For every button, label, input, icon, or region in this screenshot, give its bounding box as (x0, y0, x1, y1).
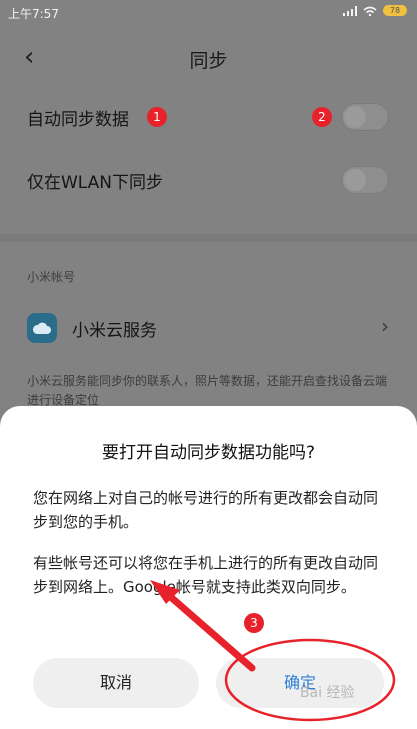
status-time: 上午7:57 (8, 7, 59, 21)
annotation-badge-3: 3 (244, 613, 264, 633)
cloud-icon (27, 313, 57, 343)
section-label-mi-account: 小米帐号 (27, 270, 76, 284)
status-bar: 上午7:57 78 (0, 0, 417, 26)
wifi-icon (363, 6, 377, 16)
wlan-only-row[interactable]: 仅在WLAN下同步 (0, 152, 417, 208)
mi-cloud-service-row[interactable]: 小米云服务 › (0, 303, 417, 353)
dialog-body: 您在网络上对自己的帐号进行的所有更改都会自动同步到您的手机。 有些帐号还可以将您… (33, 486, 389, 616)
mi-cloud-description: 小米云服务能同步你的联系人，照片等数据，还能开启查找设备云端进行设备定位 (27, 374, 388, 407)
wlan-only-label: 仅在WLAN下同步 (27, 173, 164, 193)
dialog-title: 要打开自动同步数据功能吗? (101, 443, 316, 463)
section-divider (0, 234, 417, 242)
enable-auto-sync-dialog: 要打开自动同步数据功能吗? 您在网络上对自己的帐号进行的所有更改都会自动同步到您… (0, 406, 417, 729)
page-title: 同步 (189, 50, 228, 72)
auto-sync-row[interactable]: 自动同步数据 1 2 (0, 89, 417, 145)
annotation-badge-1: 1 (147, 107, 167, 127)
auto-sync-label: 自动同步数据 (27, 110, 129, 130)
signal-icon (343, 5, 357, 16)
baidu-jingyan-watermark: Bai 经验 (300, 685, 355, 701)
cancel-button[interactable]: 取消 (33, 658, 199, 708)
dialog-paragraph-2: 有些帐号还可以将您在手机上进行的所有更改自动同步到网络上。Google帐号就支持… (33, 554, 379, 596)
wlan-only-toggle[interactable] (341, 166, 389, 194)
dialog-paragraph-1: 您在网络上对自己的帐号进行的所有更改都会自动同步到您的手机。 (33, 489, 379, 531)
chevron-right-icon: › (381, 314, 389, 338)
battery-icon: 78 (383, 5, 407, 16)
auto-sync-toggle[interactable] (341, 103, 389, 131)
status-icons: 78 (343, 5, 407, 16)
top-navbar: ‹ 同步 (0, 36, 417, 82)
annotation-badge-2: 2 (312, 107, 332, 127)
mi-cloud-service-label: 小米云服务 (72, 321, 157, 341)
